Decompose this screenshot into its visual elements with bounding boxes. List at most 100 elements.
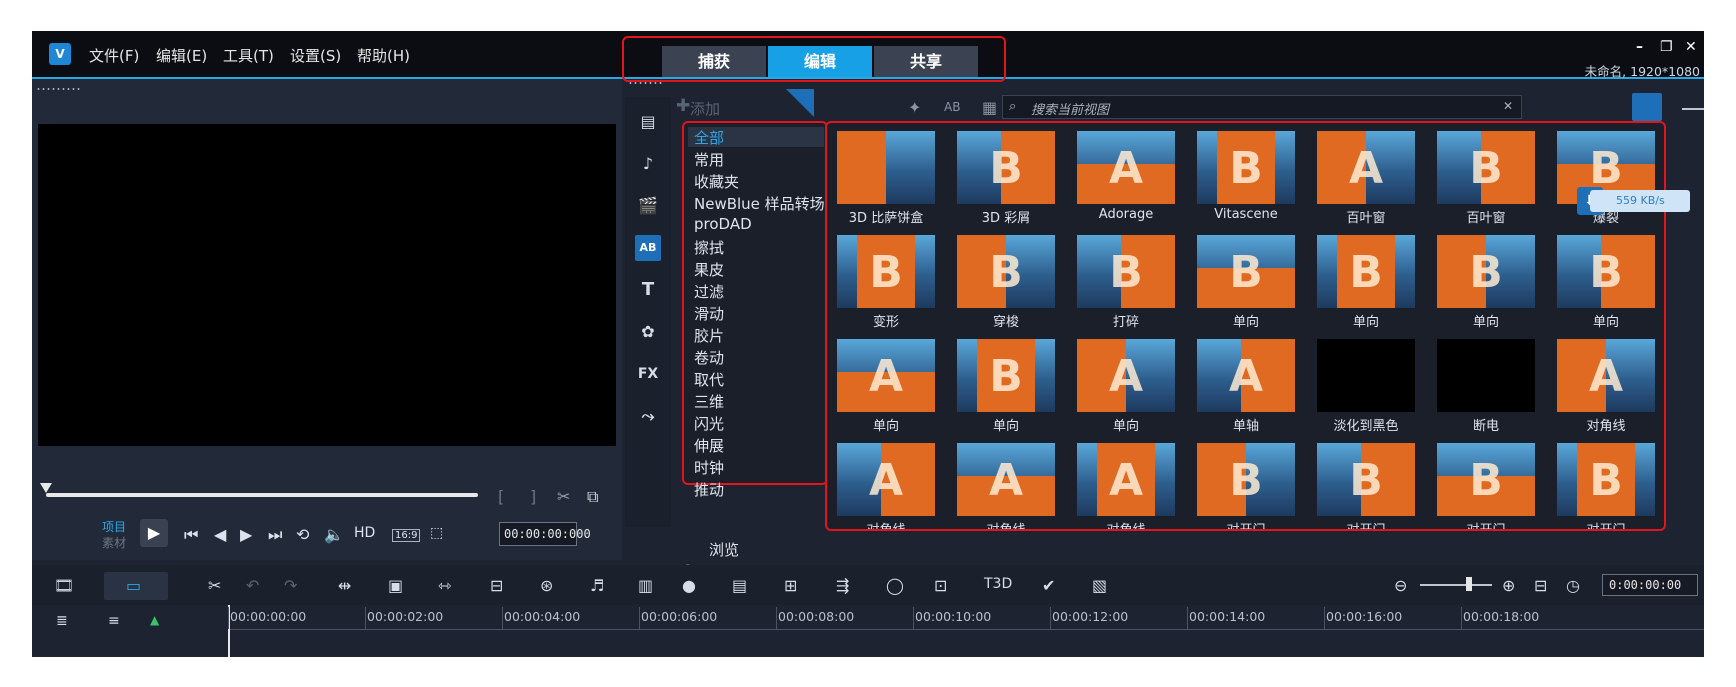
aspect-ratio-selector[interactable]: 16:9: [392, 529, 421, 542]
transition-thumbnail[interactable]: A 对角线: [1547, 333, 1664, 436]
tools-icon[interactable]: ✂: [208, 576, 221, 595]
close-icon[interactable]: ✕: [1685, 39, 1697, 55]
transition-thumbnail[interactable]: B 打碎: [1067, 229, 1185, 332]
mask-creator-icon[interactable]: ◯: [886, 576, 904, 595]
undo-icon[interactable]: ↶: [246, 576, 259, 595]
split-icon[interactable]: ⇿: [438, 576, 451, 595]
transition-thumbnail[interactable]: B 对开门: [1547, 437, 1664, 529]
transition-thumbnail[interactable]: B 单向: [1547, 229, 1664, 332]
restore-icon[interactable]: ❐: [1660, 39, 1673, 55]
timeline-timecode[interactable]: 0:00:00:00: [1602, 574, 1698, 596]
go-to-end-icon[interactable]: ⏭: [268, 525, 282, 545]
scrubber-track[interactable]: [46, 493, 478, 497]
tab-edit[interactable]: 编辑: [768, 46, 872, 77]
category-item[interactable]: 常用: [694, 149, 724, 170]
category-item[interactable]: 取代: [694, 369, 724, 390]
apply-transition-icon[interactable]: AB: [944, 100, 960, 114]
category-item[interactable]: proDAD: [694, 215, 752, 233]
transition-thumbnail[interactable]: 淡化到黑色: [1307, 333, 1425, 436]
scrubber-handle[interactable]: [40, 483, 52, 493]
graphic-icon[interactable]: ✿: [635, 319, 661, 345]
transition-thumbnail[interactable]: A 对角线: [947, 437, 1065, 529]
transition-thumbnail[interactable]: A 对角线: [827, 437, 945, 529]
timeline-zoom-slider[interactable]: [1420, 584, 1492, 586]
transition-thumbnail[interactable]: B 单向: [947, 333, 1065, 436]
fit-project-icon[interactable]: ⇹: [338, 576, 351, 595]
tab-share[interactable]: 共享: [874, 46, 978, 77]
mark-in-icon[interactable]: [: [498, 487, 504, 506]
mark-out-icon[interactable]: ]: [530, 487, 536, 506]
go-to-start-icon[interactable]: ⏮: [184, 525, 198, 545]
category-item[interactable]: 果皮: [694, 259, 724, 280]
fit-timeline-icon[interactable]: ⊟: [1534, 576, 1547, 595]
transition-thumbnail[interactable]: B 对开门: [1427, 437, 1545, 529]
transition-thumbnail[interactable]: A 单向: [827, 333, 945, 436]
transition-thumbnail[interactable]: A 百叶窗: [1307, 125, 1425, 228]
category-item[interactable]: 胶片: [694, 325, 724, 346]
add-icon[interactable]: ✚: [676, 96, 690, 116]
mode-project[interactable]: 项目: [102, 519, 126, 535]
library-grip[interactable]: [628, 81, 664, 85]
category-item[interactable]: 擦拭: [694, 237, 724, 258]
transition-thumbnail[interactable]: B 3D 彩屑: [947, 125, 1065, 228]
category-item[interactable]: 闪光: [694, 413, 724, 434]
storyboard-view-icon[interactable]: 🎞: [54, 576, 74, 595]
category-item[interactable]: 伸展: [694, 435, 724, 456]
previous-frame-icon[interactable]: ◀: [214, 525, 226, 544]
path-icon[interactable]: ⤳: [635, 403, 661, 429]
pin-icon[interactable]: [786, 89, 814, 117]
menu-file[interactable]: 文件(F): [89, 45, 139, 66]
transition-thumbnail[interactable]: B Vitascene: [1187, 125, 1305, 228]
record-screen-icon[interactable]: ▣: [388, 576, 403, 595]
menu-edit[interactable]: 编辑(E): [156, 45, 207, 66]
media-icon[interactable]: ▤: [635, 109, 661, 135]
transition-thumbnail[interactable]: B 百叶窗: [1427, 125, 1545, 228]
ripple-edit-icon[interactable]: ⊟: [490, 576, 503, 595]
transition-thumbnail[interactable]: B 单向: [1187, 229, 1305, 332]
next-frame-icon[interactable]: ▶: [240, 525, 252, 544]
stop-motion-icon[interactable]: ▧: [1092, 576, 1107, 595]
category-all[interactable]: 全部: [694, 127, 724, 148]
zoom-out-icon[interactable]: ⊖: [1394, 576, 1407, 595]
hd-toggle[interactable]: HD: [354, 525, 375, 541]
enlarge-preview-icon[interactable]: ⧉: [587, 487, 598, 507]
volume-icon[interactable]: 🔈: [324, 525, 344, 544]
tab-capture[interactable]: 捕获: [662, 46, 766, 77]
crop-tool-icon[interactable]: ⬚: [430, 525, 443, 541]
transition-thumbnail[interactable]: A 对角线: [1067, 437, 1185, 529]
menu-settings[interactable]: 设置(S): [290, 45, 341, 66]
timeline-view-icon[interactable]: ▭: [126, 576, 141, 595]
menu-help[interactable]: 帮助(H): [357, 45, 410, 66]
minimize-icon[interactable]: –: [1636, 39, 1643, 55]
browse-button[interactable]: 浏览: [709, 539, 739, 560]
3d-title-icon[interactable]: T3D: [984, 576, 1012, 592]
audio-icon[interactable]: ♪: [635, 151, 661, 177]
transition-thumbnail[interactable]: 3D 比萨饼盒: [827, 125, 945, 228]
thumbnail-size-slider[interactable]: [1682, 108, 1704, 110]
thumbnail-view-button[interactable]: [1632, 93, 1662, 121]
transition-thumbnail[interactable]: A Adorage: [1067, 125, 1185, 228]
timeline-zoom-handle[interactable]: [1466, 577, 1472, 591]
add-folder-button[interactable]: 添加: [690, 98, 720, 119]
redo-icon[interactable]: ↷: [284, 576, 297, 595]
play-button[interactable]: ▶: [140, 519, 168, 547]
transition-thumbnail[interactable]: B 对开门: [1307, 437, 1425, 529]
category-item[interactable]: 滑动: [694, 303, 724, 324]
preview-timecode[interactable]: 00:00:00:000: [499, 522, 591, 546]
zoom-in-icon[interactable]: ⊕: [1502, 576, 1515, 595]
motion-track-icon[interactable]: ●: [682, 576, 696, 595]
record-icon[interactable]: ⊛: [540, 576, 553, 595]
search-field[interactable]: ⌕ 搜索当前视图 ✕: [1002, 95, 1522, 119]
category-item[interactable]: 卷动: [694, 347, 724, 368]
category-item[interactable]: NewBlue 样品转场: [694, 193, 825, 214]
split-screen-icon[interactable]: ⊞: [784, 576, 797, 595]
clear-search-icon[interactable]: ✕: [1503, 99, 1513, 113]
category-item[interactable]: 时钟: [694, 457, 724, 478]
chapter-marker-icon[interactable]: ▲: [150, 613, 159, 627]
mode-clip[interactable]: 素材: [102, 535, 126, 551]
transition-thumbnail[interactable]: A 单轴: [1187, 333, 1305, 436]
transition-thumbnail[interactable]: B 变形: [827, 229, 945, 332]
split-clip-icon[interactable]: ✂: [557, 487, 570, 506]
multicam-icon[interactable]: ▥: [638, 576, 653, 595]
add-effect-icon[interactable]: ✦: [908, 98, 921, 117]
